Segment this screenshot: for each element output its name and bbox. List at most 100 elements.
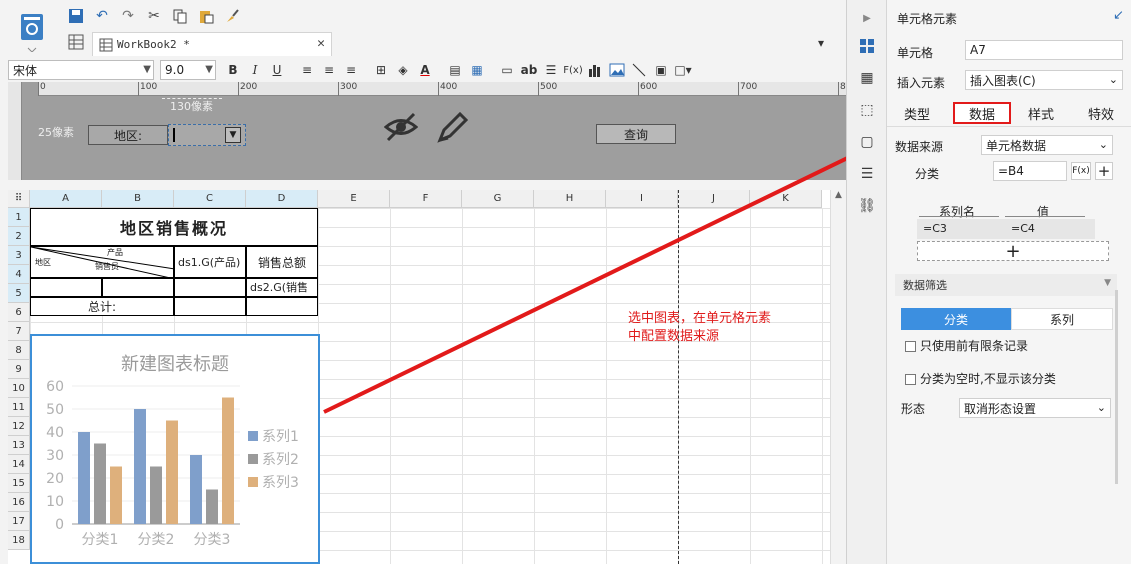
series-row[interactable]: =C3 =C4	[917, 219, 1095, 239]
query-button[interactable]: 查询	[596, 124, 676, 144]
edit-pencil-icon[interactable]	[434, 111, 469, 147]
row-header-6[interactable]: 6	[8, 303, 30, 322]
copy-icon[interactable]	[170, 6, 190, 26]
column-header-j[interactable]: J	[678, 190, 750, 208]
hyperlink-icon[interactable]: ⛓	[857, 196, 877, 216]
text-element-button[interactable]: ab	[518, 59, 540, 81]
cell-element-icon[interactable]	[857, 36, 877, 56]
scroll-up-icon[interactable]: ▲	[831, 190, 846, 200]
row-header-15[interactable]: 15	[8, 474, 30, 493]
cell-c4[interactable]	[174, 278, 246, 297]
row-header-9[interactable]: 9	[8, 360, 30, 379]
shape-icon[interactable]: ⬚	[857, 100, 877, 120]
align-center-icon[interactable]: ≡	[318, 59, 340, 81]
align-right-icon[interactable]: ≡	[340, 59, 362, 81]
image-icon[interactable]	[606, 59, 628, 81]
cell-d3[interactable]: 销售总额	[246, 246, 318, 278]
close-tab-icon[interactable]: ✕	[317, 36, 325, 51]
chart-icon[interactable]	[584, 59, 606, 81]
fill-color-icon[interactable]: ◈	[392, 59, 414, 81]
cell-attribute-icon[interactable]: ▦	[857, 68, 877, 88]
chart-cell[interactable]: 新建图表标题 0 10 20 30 40 50 60 分类1 分类2 分类3 系列1 系列2 系列3	[30, 334, 320, 564]
table-icon[interactable]: ▦	[466, 59, 488, 81]
row-header-18[interactable]: 18	[8, 531, 30, 550]
column-header-b[interactable]: B	[102, 190, 174, 208]
subreport-icon[interactable]: ▣	[650, 59, 672, 81]
row-header-1[interactable]: 1	[8, 208, 30, 227]
column-header-e[interactable]: E	[318, 190, 390, 208]
cell-style-icon[interactable]: ▤	[444, 59, 466, 81]
font-color-icon[interactable]: A	[414, 59, 436, 81]
cell-field[interactable]: A7	[965, 40, 1123, 60]
tab-data[interactable]: 数据	[953, 102, 1011, 124]
category-formula-button[interactable]: F(x)	[1071, 162, 1091, 180]
hide-empty-category-option[interactable]: 分类为空时,不显示该分类	[905, 370, 1056, 387]
align-left-icon[interactable]: ≡	[296, 59, 318, 81]
row-header-16[interactable]: 16	[8, 493, 30, 512]
richtext-icon[interactable]: ☰	[540, 59, 562, 81]
filter-tab-category[interactable]: 分类	[901, 308, 1011, 330]
category-field[interactable]: =B4	[993, 161, 1067, 181]
font-size-select[interactable]: 9.0 ▼	[160, 60, 216, 80]
region-combobox[interactable]: ▼	[168, 124, 246, 146]
tab-type[interactable]: 类型	[891, 102, 943, 124]
cell-b4[interactable]	[102, 278, 174, 297]
bold-button[interactable]: B	[222, 59, 244, 81]
undo-icon[interactable]: ↶	[92, 6, 112, 26]
condition-icon[interactable]: ☰	[857, 164, 877, 184]
checkbox[interactable]	[905, 341, 916, 352]
column-header-c[interactable]: C	[174, 190, 246, 208]
add-category-button[interactable]: +	[1095, 162, 1113, 180]
add-series-button[interactable]: +	[917, 241, 1109, 262]
column-header-i[interactable]: I	[606, 190, 678, 208]
vertical-scrollbar[interactable]: ▲	[830, 190, 846, 564]
tab-menu-icon[interactable]: ▾	[818, 36, 824, 50]
column-header-f[interactable]: F	[390, 190, 462, 208]
underline-button[interactable]: U	[266, 59, 288, 81]
save-icon[interactable]	[66, 6, 86, 26]
report-title-cell[interactable]: 地区销售概况	[30, 208, 318, 246]
widget-icon[interactable]: ▢	[857, 132, 877, 152]
column-header-k[interactable]: K	[750, 190, 822, 208]
chevron-down-icon[interactable]: ▼	[225, 127, 241, 143]
tab-effect[interactable]: 特效	[1073, 102, 1129, 124]
spreadsheet-grid[interactable]: ⠿ ABCDEFGHIJK 1 2 3 4 5 6 7 8 9 10 11 12 13 14 15 16 17 1…	[8, 190, 830, 564]
cell-c3[interactable]: ds1.G(产品)	[174, 246, 246, 278]
cell-a4[interactable]	[30, 278, 102, 297]
bar-chart[interactable]: 新建图表标题 0 10 20 30 40 50 60 分类1 分类2 分类3 系列1 系列2 系列3	[32, 336, 318, 562]
form-select[interactable]: 取消形态设置 ⌄	[959, 398, 1111, 418]
select-all-corner[interactable]: ⠿	[8, 190, 30, 208]
slash-icon[interactable]	[628, 59, 650, 81]
row-header-7[interactable]: 7	[8, 322, 30, 341]
column-header-h[interactable]: H	[534, 190, 606, 208]
row-header-14[interactable]: 14	[8, 455, 30, 474]
tab-style[interactable]: 样式	[1013, 102, 1069, 124]
italic-button[interactable]: I	[244, 59, 266, 81]
tab-workbook2[interactable]: WorkBook2 * ✕	[92, 32, 332, 56]
hide-eye-icon[interactable]	[383, 112, 419, 145]
row-header-11[interactable]: 11	[8, 398, 30, 417]
row-header-4[interactable]: 4	[8, 265, 30, 284]
cell-c5[interactable]	[174, 297, 246, 316]
row-header-2[interactable]: 2	[8, 227, 30, 246]
row-header-5[interactable]: 5	[8, 284, 30, 303]
redo-icon[interactable]: ↷	[118, 6, 138, 26]
datasource-select[interactable]: 单元格数据 ⌄	[981, 135, 1113, 155]
cell-d4[interactable]: ds2.G(销售	[246, 278, 318, 297]
collapse-arrow-icon[interactable]: ↙	[1113, 8, 1124, 23]
filter-tab-series[interactable]: 系列	[1011, 308, 1113, 330]
diagonal-header-cell[interactable]: 产品 销售员 地区	[30, 246, 175, 279]
font-family-select[interactable]: 宋体 ▼	[8, 60, 154, 80]
cell-total[interactable]: 总计:	[30, 297, 174, 316]
row-header-8[interactable]: 8	[8, 341, 30, 360]
format-brush-icon[interactable]	[222, 6, 242, 26]
row-header-3[interactable]: 3	[8, 246, 30, 265]
cut-icon[interactable]: ✂	[144, 6, 164, 26]
insert-element-select[interactable]: 插入图表(C) ⌄	[965, 70, 1123, 90]
chevron-right-icon[interactable]: ▶	[857, 8, 877, 28]
row-header-13[interactable]: 13	[8, 436, 30, 455]
parameter-form-area[interactable]: 0100200300400500600700800 130像素 25像素 地区:…	[8, 82, 857, 180]
row-header-10[interactable]: 10	[8, 379, 30, 398]
border-icon[interactable]: ⊞	[370, 59, 392, 81]
column-header-g[interactable]: G	[462, 190, 534, 208]
